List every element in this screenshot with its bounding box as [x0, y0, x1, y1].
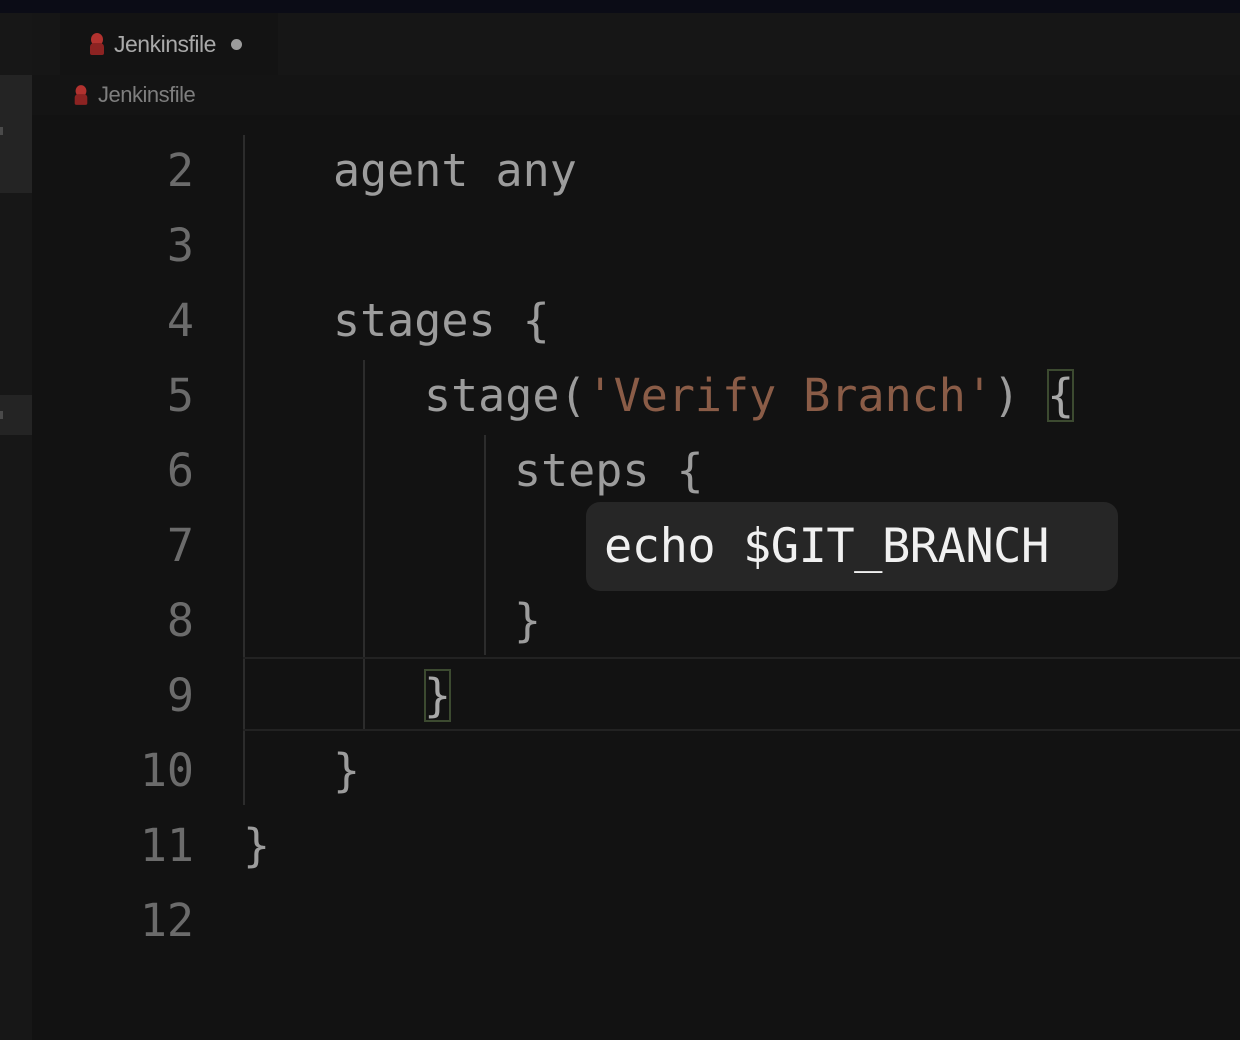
line-number: 5 — [166, 369, 194, 422]
breadcrumb: Jenkinsfile — [32, 75, 1240, 115]
matched-bracket: { — [1047, 369, 1075, 422]
activity-bar — [0, 13, 32, 1040]
unsaved-dot-icon[interactable] — [230, 38, 242, 50]
code-callout-popup: echo $GIT_BRANCH — [586, 502, 1118, 591]
line-text: stage('Verify Branch') { — [424, 369, 1075, 422]
popup-code: echo $GIT_BRANCH — [604, 519, 1049, 574]
line-number: 12 — [139, 894, 194, 947]
tab-jenkinsfile[interactable]: Jenkinsfile — [60, 13, 278, 75]
code-line: 5 stage('Verify Branch') { — [32, 358, 1240, 433]
line-text: } — [243, 819, 271, 872]
code-line: 2 agent any — [32, 133, 1240, 208]
code-line: 11 } — [32, 808, 1240, 883]
code-line: 4 stages { — [32, 283, 1240, 358]
line-number: 10 — [139, 744, 194, 797]
line-text: } — [424, 658, 452, 733]
line-number: 6 — [166, 444, 194, 497]
string-literal: 'Verify Branch' — [586, 369, 993, 422]
line-number: 7 — [166, 519, 194, 572]
line-number: 4 — [166, 294, 194, 347]
active-indicator — [0, 411, 3, 419]
code-line: 3 — [32, 208, 1240, 283]
tab-label: Jenkinsfile — [114, 30, 216, 57]
jenkins-icon — [90, 33, 104, 55]
code-line: 6 steps { — [32, 433, 1240, 508]
activity-item-extensions[interactable] — [0, 395, 32, 435]
code-line: 12 — [32, 883, 1240, 958]
line-number: 9 — [166, 669, 194, 722]
title-bar — [0, 0, 1240, 13]
jenkins-icon — [74, 85, 88, 105]
matched-bracket: } — [424, 669, 452, 722]
line-text: } — [333, 744, 361, 797]
line-text: stages { — [333, 294, 550, 347]
editor-tab-strip: Jenkinsfile — [32, 13, 1240, 75]
active-indicator — [0, 127, 3, 135]
breadcrumb-file[interactable]: Jenkinsfile — [98, 82, 196, 108]
line-number: 11 — [139, 819, 194, 872]
line-text: agent any — [333, 144, 577, 197]
line-number: 8 — [166, 594, 194, 647]
line-number: 3 — [166, 219, 194, 272]
line-text: } — [514, 594, 542, 647]
line-number: 2 — [166, 144, 194, 197]
scrolled-line-fragment — [243, 115, 643, 117]
line-text: steps { — [514, 444, 704, 497]
code-line: 10 } — [32, 733, 1240, 808]
code-line: 8 } — [32, 583, 1240, 658]
code-line: 9 } — [32, 658, 1240, 733]
activity-item-explorer[interactable] — [0, 75, 32, 193]
